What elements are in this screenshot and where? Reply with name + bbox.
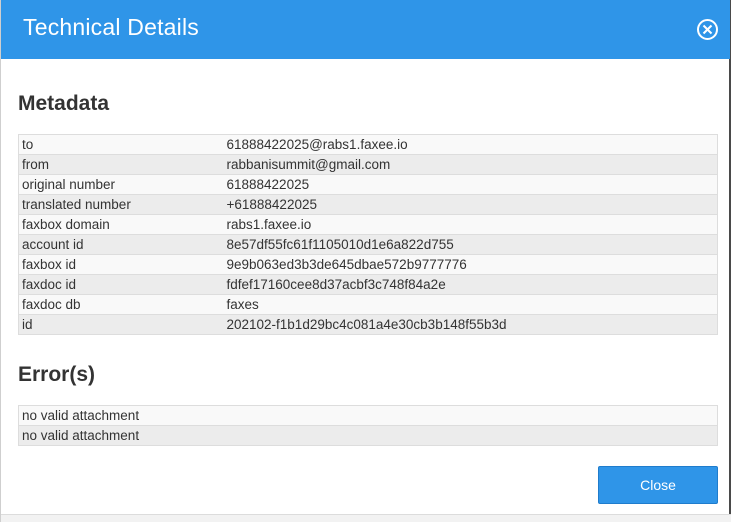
metadata-table: to 61888422025@rabs1.faxee.io from rabbanis… [18, 134, 718, 335]
table-row: faxbox domain rabs1.faxee.io [18, 214, 718, 235]
table-row: faxdoc db faxes [18, 294, 718, 315]
table-row: faxdoc id fdfef17160cee8d37acbf3c748f84a2… [18, 274, 718, 295]
technical-details-modal: Technical Details Metadata to 61888422025… [0, 0, 731, 522]
modal-title: Technical Details [23, 14, 199, 40]
close-button[interactable]: Close [598, 466, 718, 504]
metadata-key: to [18, 134, 224, 155]
errors-table: no valid attachment no valid attachment [18, 405, 718, 446]
metadata-value: 8e57df55fc61f1105010d1e6a822d755 [223, 234, 718, 255]
metadata-key: from [18, 154, 224, 175]
table-row: account id 8e57df55fc61f1105010d1e6a822d7… [18, 234, 718, 255]
metadata-value: +61888422025 [223, 194, 718, 215]
metadata-value: 61888422025@rabs1.faxee.io [223, 134, 718, 155]
background-strip [1, 514, 731, 522]
metadata-key: faxbox id [18, 254, 224, 275]
table-row: translated number +61888422025 [18, 194, 718, 215]
table-row: from rabbanisummit@gmail.com [18, 154, 718, 175]
metadata-key: original number [18, 174, 224, 195]
metadata-value: 9e9b063ed3b3de645dbae572b9777776 [223, 254, 718, 275]
metadata-key: account id [18, 234, 224, 255]
table-row: no valid attachment [18, 425, 718, 446]
metadata-key: faxbox domain [18, 214, 224, 235]
metadata-key: faxdoc db [18, 294, 224, 315]
metadata-key: id [18, 314, 224, 335]
metadata-value: 61888422025 [223, 174, 718, 195]
table-row: faxbox id 9e9b063ed3b3de645dbae572b977777… [18, 254, 718, 275]
metadata-value: fdfef17160cee8d37acbf3c748f84a2e [223, 274, 718, 295]
table-row: no valid attachment [18, 405, 718, 426]
modal-header: Technical Details [1, 0, 730, 59]
error-message: no valid attachment [18, 425, 718, 446]
table-row: id 202102-f1b1d29bc4c081a4e30cb3b148f55b3… [18, 314, 718, 335]
metadata-value: faxes [223, 294, 718, 315]
error-message: no valid attachment [18, 405, 718, 426]
metadata-value: rabbanisummit@gmail.com [223, 154, 718, 175]
metadata-value: 202102-f1b1d29bc4c081a4e30cb3b148f55b3d [223, 314, 718, 335]
close-circle-icon[interactable] [697, 19, 718, 40]
metadata-value: rabs1.faxee.io [223, 214, 718, 235]
errors-heading: Error(s) [18, 363, 96, 386]
metadata-key: translated number [18, 194, 224, 215]
metadata-heading: Metadata [18, 92, 110, 115]
table-row: original number 61888422025 [18, 174, 718, 195]
table-row: to 61888422025@rabs1.faxee.io [18, 134, 718, 155]
metadata-key: faxdoc id [18, 274, 224, 295]
